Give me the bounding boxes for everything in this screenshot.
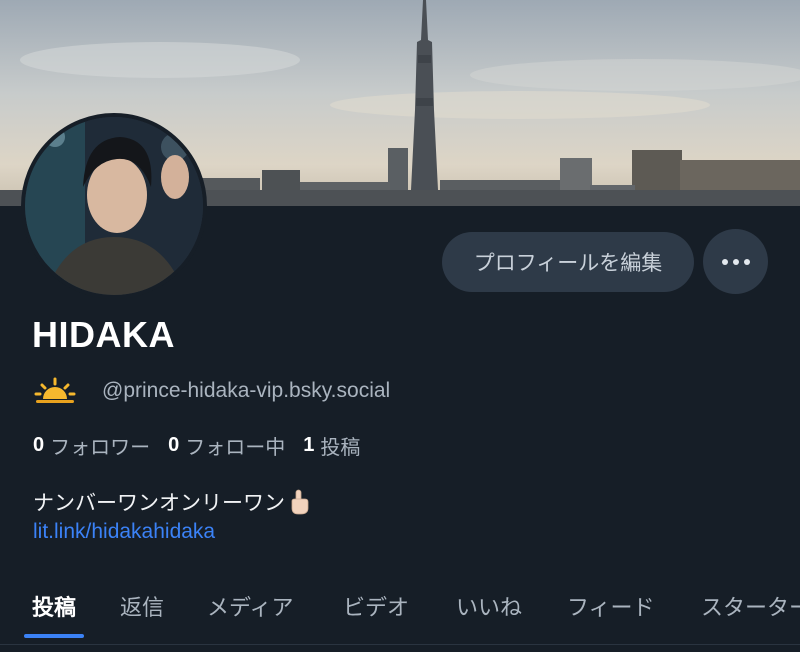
posts-stat: 1 投稿	[303, 431, 360, 460]
avatar-photo	[25, 117, 203, 295]
tabs-divider	[0, 644, 800, 645]
profile-bio: ナンバーワンオンリーワン	[33, 487, 311, 517]
tab-likes[interactable]: いいね	[456, 572, 522, 644]
profile-tabs: 投稿 返信 メディア ビデオ いいね フィード スターター	[0, 572, 800, 644]
following-stat[interactable]: 0 フォロー中	[168, 431, 285, 460]
profile-stats: 0 フォロワー 0 フォロー中 1 投稿	[33, 431, 378, 460]
edit-profile-button[interactable]: プロフィールを編集	[442, 232, 694, 292]
followers-label: フォロワー	[50, 435, 151, 459]
followers-count: 0	[33, 434, 45, 456]
sunrise-icon	[34, 377, 76, 403]
handle-row: @prince-hidaka-vip.bsky.social	[34, 376, 390, 406]
following-label: フォロー中	[185, 435, 286, 459]
more-options-button[interactable]	[703, 229, 768, 294]
following-count: 0	[168, 434, 180, 456]
ellipsis-icon	[721, 258, 728, 265]
ellipsis-icon-dot	[732, 258, 739, 265]
profile-link[interactable]: lit.link/hidakahidaka	[33, 520, 215, 544]
tab-replies[interactable]: 返信	[120, 572, 164, 644]
tab-posts[interactable]: 投稿	[23, 572, 85, 644]
pointing-up-hand-icon	[291, 489, 309, 515]
bio-text: ナンバーワンオンリーワン	[33, 491, 285, 515]
tab-media[interactable]: メディア	[207, 572, 293, 644]
posts-count: 1	[303, 434, 315, 456]
tab-videos[interactable]: ビデオ	[343, 572, 409, 644]
posts-label: 投稿	[320, 435, 361, 459]
profile-avatar[interactable]	[21, 113, 207, 299]
ellipsis-icon-dot	[743, 258, 750, 265]
display-name: HIDAKA	[32, 314, 175, 355]
profile-handle[interactable]: @prince-hidaka-vip.bsky.social	[102, 379, 390, 403]
tab-starter-packs[interactable]: スターター	[701, 572, 800, 644]
followers-stat[interactable]: 0 フォロワー	[33, 431, 150, 460]
tab-feeds[interactable]: フィード	[567, 572, 655, 644]
